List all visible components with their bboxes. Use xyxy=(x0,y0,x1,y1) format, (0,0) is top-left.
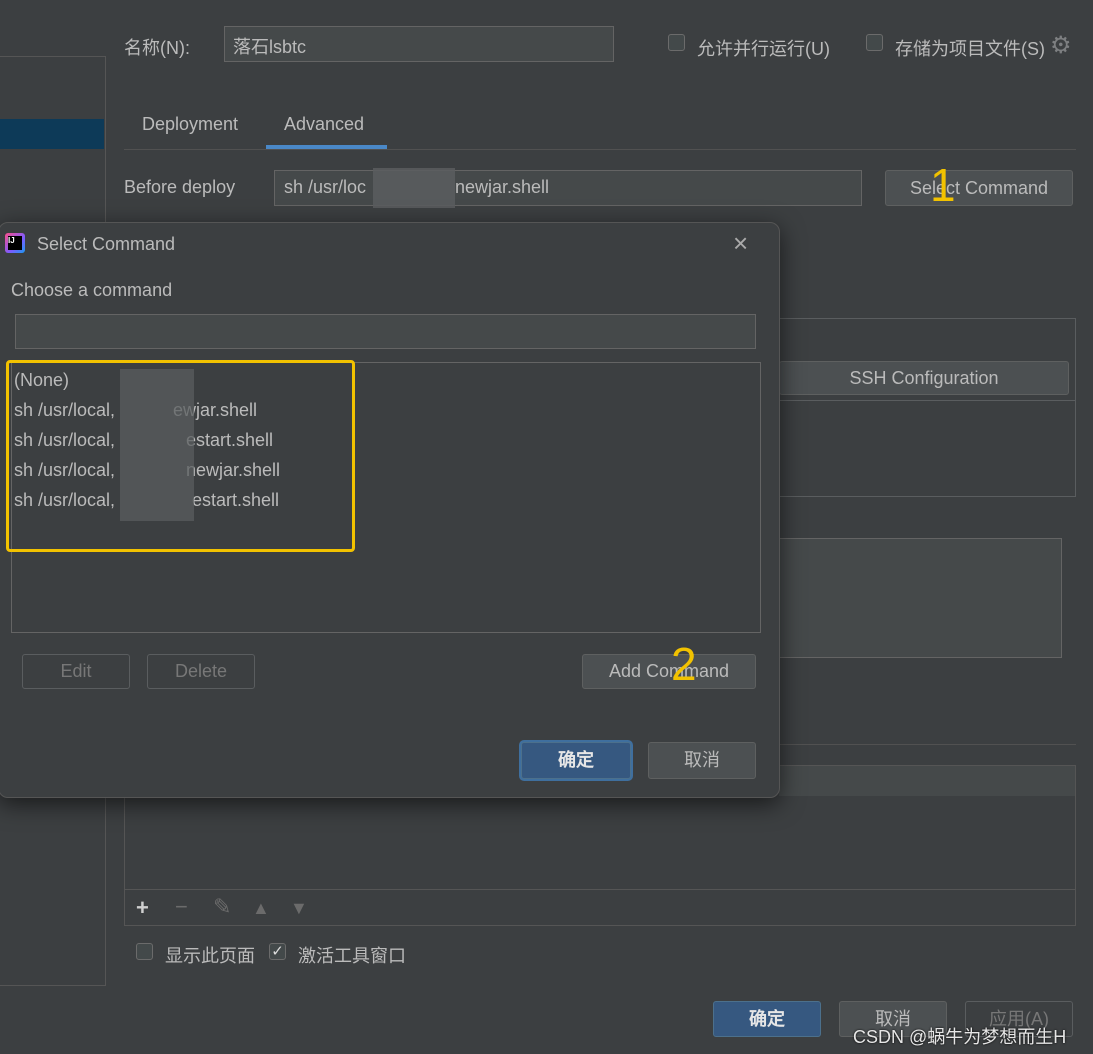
ssh-configuration-label: SSH Configuration xyxy=(849,368,999,388)
annotation-marker-2: 2 xyxy=(671,638,697,690)
before-launch-list-header xyxy=(779,766,1075,796)
store-as-file-checkbox[interactable] xyxy=(866,34,883,51)
command-filter-input[interactable] xyxy=(15,314,756,349)
dialog-cancel-label: 取消 xyxy=(684,750,720,770)
close-icon[interactable]: × xyxy=(733,228,748,259)
name-input[interactable]: 落石lsbtc xyxy=(224,26,614,62)
store-as-file-label: 存储为项目文件(S) xyxy=(895,39,1045,59)
dialog-cancel-button[interactable]: 取消 xyxy=(648,742,756,779)
name-label: 名称(N): xyxy=(124,38,190,58)
tabs-divider xyxy=(124,149,1076,150)
dialog-title: Select Command xyxy=(37,234,176,254)
add-icon[interactable]: + xyxy=(136,897,149,919)
delete-label: Delete xyxy=(174,661,228,681)
ssh-panel xyxy=(770,318,1076,497)
main-ok-label: 确定 xyxy=(749,1009,785,1029)
app-icon-text: IJ xyxy=(8,236,22,250)
section-divider xyxy=(770,744,1076,745)
edit-button[interactable]: Edit xyxy=(22,654,130,689)
select-command-button[interactable]: Select Command xyxy=(885,170,1073,206)
before-deploy-value-start: sh /usr/loc xyxy=(284,177,367,197)
annotation-marker-1: 1 xyxy=(930,159,956,211)
ssh-panel-divider xyxy=(770,400,1075,401)
dialog-ok-label: 确定 xyxy=(558,750,594,770)
activate-tool-window-checkbox[interactable]: ✓ xyxy=(269,943,286,960)
add-command-label: Add Command xyxy=(608,661,730,681)
before-launch-toolbar-divider xyxy=(125,889,1075,890)
choose-command-prompt: Choose a command xyxy=(11,280,173,300)
show-page-checkbox[interactable] xyxy=(136,943,153,960)
gear-icon[interactable]: ⚙ xyxy=(1050,31,1072,60)
activate-tool-window-label: 激活工具窗口 xyxy=(298,946,406,966)
app-icon: IJ xyxy=(5,233,25,253)
before-deploy-label: Before deploy xyxy=(124,177,236,197)
main-ok-button[interactable]: 确定 xyxy=(713,1001,821,1037)
add-command-button[interactable]: Add Command xyxy=(582,654,756,689)
move-up-icon[interactable]: ▲ xyxy=(252,897,270,919)
before-deploy-input[interactable]: sh /usr/loc xyxy=(274,170,862,206)
dialog-ok-button[interactable]: 确定 xyxy=(521,742,631,779)
before-deploy-value-end: newjar.shell xyxy=(455,177,550,197)
edit-icon[interactable]: ✎ xyxy=(213,896,231,918)
ssh-configuration-button[interactable]: SSH Configuration xyxy=(779,361,1069,395)
watermark: CSDN @蜗牛为梦想而生H xyxy=(853,1027,1067,1047)
move-down-icon[interactable]: ▼ xyxy=(290,897,308,919)
redacted-path-blur xyxy=(373,168,455,208)
delete-button[interactable]: Delete xyxy=(147,654,255,689)
left-panel-selected-item[interactable] xyxy=(0,119,104,149)
tab-deployment[interactable]: Deployment xyxy=(142,114,238,135)
description-area[interactable] xyxy=(770,538,1062,658)
name-input-value: 落石lsbtc xyxy=(233,37,307,57)
edit-label: Edit xyxy=(60,661,92,681)
remove-icon[interactable]: − xyxy=(175,896,188,918)
select-command-dialog: IJ Select Command × Choose a command (No… xyxy=(0,222,780,798)
allow-parallel-label: 允许并行运行(U) xyxy=(697,39,830,59)
highlight-box xyxy=(6,360,355,552)
allow-parallel-checkbox[interactable] xyxy=(668,34,685,51)
tab-advanced[interactable]: Advanced xyxy=(284,114,364,135)
show-page-label: 显示此页面 xyxy=(165,946,255,966)
